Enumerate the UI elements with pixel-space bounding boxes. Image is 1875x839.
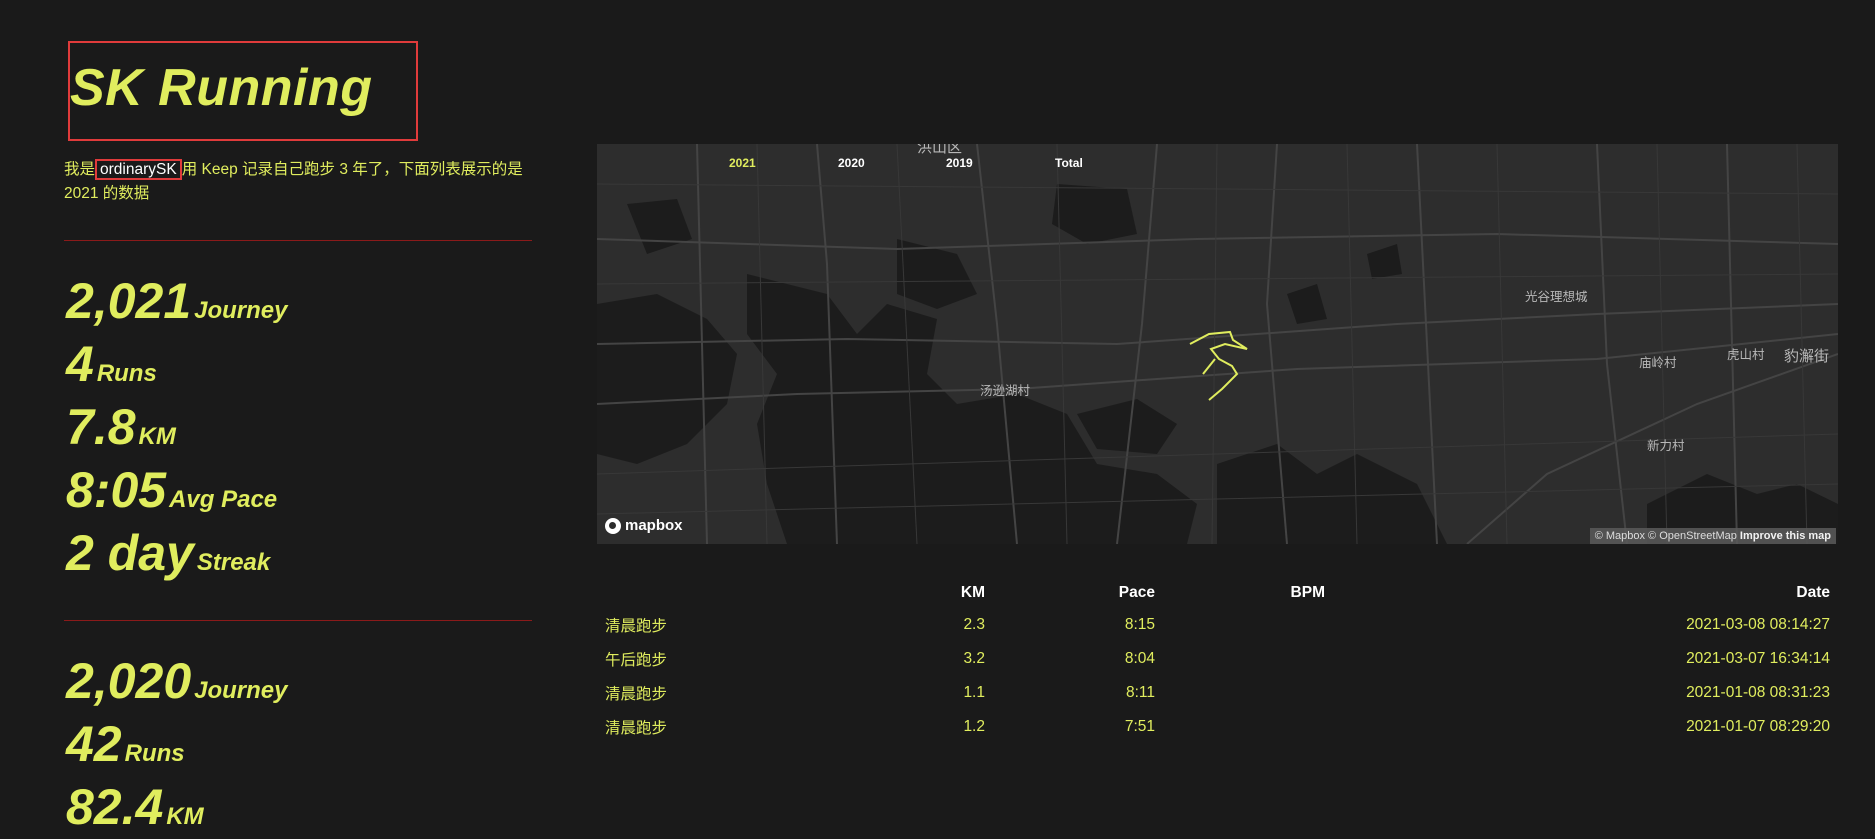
stat-value: 42 xyxy=(66,716,122,772)
map-background xyxy=(597,144,1838,544)
runs-table: KM Pace BPM Date 清晨跑步 2.3 8:15 2021-03-0… xyxy=(597,578,1838,744)
map-label-miaoling: 庙岭村 xyxy=(1639,356,1677,370)
run-bpm xyxy=(1155,710,1325,744)
run-bpm xyxy=(1155,676,1325,710)
stat-unit: KM xyxy=(138,423,176,450)
run-date: 2021-01-08 08:31:23 xyxy=(1686,684,1830,701)
table-row[interactable]: 清晨跑步 1.1 8:11 2021-01-08 08:31:23 xyxy=(597,676,1838,710)
stat-value: 2 day xyxy=(66,525,194,581)
run-km: 1.1 xyxy=(963,684,985,701)
stat-unit: Runs xyxy=(124,740,185,767)
stat-value: 2,020 xyxy=(66,653,192,709)
stat-unit: Runs xyxy=(96,360,157,387)
year-tabs: 2021 2020 2019 Total xyxy=(597,156,1197,176)
map-attribution: © Mapbox © OpenStreetMap Improve this ma… xyxy=(1589,528,1836,544)
stat-km: 7.8 KM xyxy=(66,396,288,459)
stat-unit: Streak xyxy=(196,549,271,576)
run-pace: 8:04 xyxy=(1124,650,1155,667)
stat-journey: 2,021 Journey xyxy=(66,270,288,333)
run-name: 清晨跑步 xyxy=(605,720,668,737)
stats-2020[interactable]: 2,020 Journey 42 Runs 82.4 KM xyxy=(66,650,288,839)
stat-km: 82.4 KM xyxy=(66,776,288,839)
tab-year-2020[interactable]: 2020 xyxy=(838,156,865,170)
stat-streak: 2 day Streak xyxy=(66,522,288,585)
run-bpm xyxy=(1155,642,1325,676)
run-name: 清晨跑步 xyxy=(605,686,668,703)
run-name: 清晨跑步 xyxy=(605,618,668,635)
tab-year-2021[interactable]: 2021 xyxy=(729,156,756,170)
table-row[interactable]: 清晨跑步 1.2 7:51 2021-01-07 08:29:20 xyxy=(597,710,1838,744)
run-route xyxy=(1189,330,1248,401)
map-label-guanggu: 光谷理想城 xyxy=(1525,290,1588,304)
intro-text: 我是 ordinarySK 用 Keep 记录自己跑步 3 年了，下面列表展示的是 … xyxy=(64,158,534,206)
stat-value: 82.4 xyxy=(66,779,164,835)
run-name: 午后跑步 xyxy=(605,652,668,669)
user-link[interactable]: ordinarySK xyxy=(95,159,182,180)
stat-runs: 42 Runs xyxy=(66,713,288,776)
improve-map-link[interactable]: Improve this map xyxy=(1740,530,1831,542)
run-bpm xyxy=(1155,608,1325,642)
run-pace: 8:15 xyxy=(1124,616,1155,633)
map-label-tangxun: 汤逊湖村 xyxy=(980,384,1031,398)
stat-value: 4 xyxy=(66,336,94,392)
run-km: 2.3 xyxy=(963,616,985,633)
run-date: 2021-01-07 08:29:20 xyxy=(1686,718,1830,735)
stat-value: 8:05 xyxy=(66,462,167,518)
stat-avg-pace: 8:05 Avg Pace xyxy=(66,459,288,522)
table-row[interactable]: 午后跑步 3.2 8:04 2021-03-07 16:34:14 xyxy=(597,642,1838,676)
stats-2021[interactable]: 2,021 Journey 4 Runs 7.8 KM 8:05 Avg Pace 2 … xyxy=(66,270,288,585)
header-bpm[interactable]: BPM xyxy=(1155,578,1325,608)
map-label-hushan: 虎山村 xyxy=(1727,348,1765,362)
stat-unit: Journey xyxy=(194,677,288,704)
run-date: 2021-03-08 08:14:27 xyxy=(1686,616,1830,633)
mapbox-logo[interactable]: mapbox xyxy=(605,517,683,534)
stat-unit: Journey xyxy=(194,297,288,324)
header-pace[interactable]: Pace xyxy=(985,578,1155,608)
intro-prefix: 我是 xyxy=(64,161,96,178)
tab-year-total[interactable]: Total xyxy=(1055,156,1083,170)
stat-runs: 4 Runs xyxy=(66,333,288,396)
mapbox-icon xyxy=(605,517,621,534)
header-date[interactable]: Date xyxy=(1325,578,1838,608)
run-pace: 7:51 xyxy=(1124,718,1155,735)
header-km[interactable]: KM xyxy=(845,578,985,608)
site-title[interactable]: SK Running xyxy=(70,58,373,118)
table-header-row: KM Pace BPM Date xyxy=(597,578,1838,608)
stat-unit: Avg Pace xyxy=(169,486,278,513)
route-map[interactable]: 2021 2020 2019 Total 洪山区 光谷理想城 汤逊湖村 庙岭村 … xyxy=(597,144,1838,544)
map-label-district: 洪山区 xyxy=(917,144,963,156)
mapbox-logo-text: mapbox xyxy=(625,517,683,534)
run-km: 1.2 xyxy=(963,718,985,735)
divider-middle xyxy=(64,620,532,621)
run-km: 3.2 xyxy=(963,650,985,667)
map-label-xinli: 新力村 xyxy=(1647,439,1685,453)
stat-value: 7.8 xyxy=(66,399,136,455)
map-label-baoxie: 豹澥街 xyxy=(1784,348,1830,365)
run-pace: 8:11 xyxy=(1125,684,1155,701)
attribution-text[interactable]: © Mapbox © OpenStreetMap xyxy=(1595,530,1737,542)
stat-unit: KM xyxy=(166,803,204,830)
table-row[interactable]: 清晨跑步 2.3 8:15 2021-03-08 08:14:27 xyxy=(597,608,1838,642)
run-date: 2021-03-07 16:34:14 xyxy=(1686,650,1830,667)
divider-top xyxy=(64,240,532,241)
tab-year-2019[interactable]: 2019 xyxy=(946,156,973,170)
header-name xyxy=(597,578,845,608)
stat-value: 2,021 xyxy=(66,273,192,329)
stat-journey: 2,020 Journey xyxy=(66,650,288,713)
